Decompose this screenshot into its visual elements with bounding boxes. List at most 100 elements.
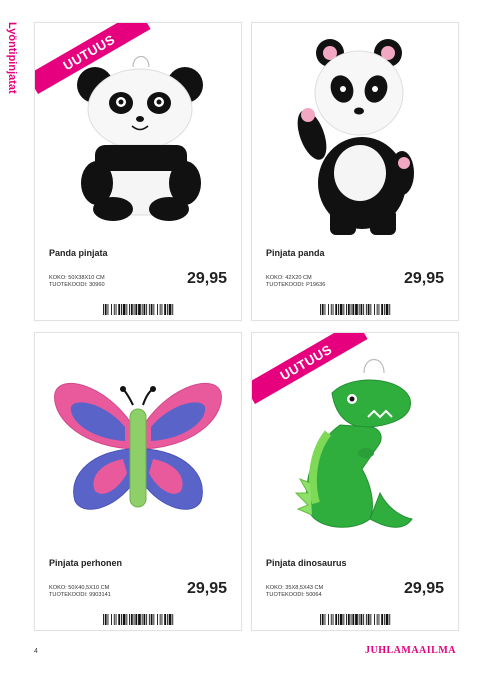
product-code: TUOTEKOODI: 50064 [266, 591, 322, 598]
product-meta: KOKO: 50X40,5X10 CM TUOTEKOODI: 9903141 [49, 585, 111, 598]
barcode-bar [376, 614, 378, 625]
barcode-bar [352, 614, 355, 625]
product-code: TUOTEKOODI: 30960 [49, 281, 105, 288]
product-name: Pinjata panda [266, 248, 325, 258]
barcode-bar [113, 304, 115, 315]
barcode-bar [343, 304, 345, 315]
barcode-bar [148, 614, 150, 625]
barcode-bar [148, 304, 150, 315]
barcode-bar [107, 304, 109, 315]
product-card-panda-pinjata[interactable]: UUTUUS Panda pinjata KOKO: 50X38X10 CM T… [34, 22, 242, 321]
barcode-bar [389, 304, 391, 315]
barcode-bar [365, 614, 367, 625]
barcode-bar [122, 304, 126, 315]
barcode-bar [168, 614, 172, 625]
barcode-bar [320, 304, 321, 315]
barcode-bar [328, 304, 329, 315]
barcode-bar [338, 304, 339, 315]
barcode-bar [126, 614, 128, 625]
barcode-bar [115, 614, 117, 625]
barcode-bar [346, 304, 347, 315]
barcode-bar [370, 304, 372, 315]
barcode-bar [104, 304, 107, 315]
barcode-bar [118, 304, 121, 315]
barcode-bar [161, 304, 163, 315]
barcode [103, 304, 174, 315]
product-price: 29,95 [186, 270, 227, 287]
barcode-bar [385, 614, 389, 625]
barcode-bar [363, 614, 365, 625]
barcode-bar [153, 304, 155, 315]
product-card-pinjata-panda[interactable]: Pinjata panda KOKO: 42X20 CM TUOTEKOODI:… [251, 22, 459, 321]
barcode-bar [385, 304, 389, 315]
barcode-bar [122, 614, 126, 625]
barcode-bar [129, 614, 130, 625]
barcode-bar [350, 614, 352, 625]
barcode-bar [146, 614, 148, 625]
barcode-bar [346, 614, 347, 625]
product-size: KOKO: 42X20 CM [266, 275, 312, 281]
product-price: 29,95 [403, 270, 444, 287]
barcode-bar [320, 614, 321, 625]
barcode-bar [111, 304, 112, 315]
barcode-bar [103, 304, 104, 315]
barcode-bar [330, 614, 332, 625]
product-meta: KOKO: 42X20 CM TUOTEKOODI: P19636 [266, 275, 325, 288]
product-name: Pinjata perhonen [49, 558, 123, 568]
barcode-bar [113, 614, 115, 625]
barcode-bar [358, 304, 360, 315]
page-number: 4 [34, 648, 38, 655]
product-code: TUOTEKOODI: P19636 [266, 281, 326, 288]
product-size: KOKO: 35X8,5X43 CM [266, 585, 324, 591]
barcode-bar [141, 614, 143, 625]
barcode-bar [168, 304, 172, 315]
barcode-bar [355, 304, 358, 315]
barcode [103, 614, 174, 625]
barcode-bar [138, 614, 141, 625]
barcode-bar [172, 304, 174, 315]
product-card-pinjata-dinosaurus[interactable]: UUTUUS Pinjata dinosaurus KOKO: 35X8,5X4… [251, 332, 459, 631]
barcode-bar [378, 614, 380, 625]
barcode-bar [133, 614, 135, 625]
barcode-bar [332, 304, 334, 315]
barcode-bar [111, 614, 112, 625]
barcode-bar [121, 614, 122, 625]
barcode-bar [135, 614, 138, 625]
product-size: KOKO: 50X38X10 CM [49, 275, 105, 281]
barcode-bar [374, 304, 375, 315]
butterfly-pinata-image [54, 383, 222, 510]
barcode-bar [370, 614, 372, 625]
barcode-bar [138, 304, 141, 315]
barcode-bar [121, 304, 122, 315]
barcode-bar [143, 304, 146, 315]
barcode-bar [339, 304, 343, 315]
barcode-bar [374, 614, 375, 625]
barcode-bar [321, 304, 324, 315]
product-name: Pinjata dinosaurus [266, 558, 347, 568]
barcode-bar [107, 614, 109, 625]
barcode-bar [135, 304, 138, 315]
barcode-bar [159, 614, 161, 625]
barcode-bar [335, 614, 338, 625]
barcode [320, 614, 391, 625]
barcode-bar [381, 304, 383, 315]
barcode-bar [350, 304, 352, 315]
section-label: Lyöntipinjatat [4, 22, 18, 142]
barcode-bar [363, 304, 365, 315]
product-price: 29,95 [186, 580, 227, 597]
barcode-bar [332, 614, 334, 625]
barcode-bar [324, 304, 326, 315]
barcode-bar [360, 304, 363, 315]
barcode-bar [166, 304, 168, 315]
brand-logo: JUHLAMAAILMA [365, 645, 456, 656]
barcode-bar [389, 614, 391, 625]
barcode-bar [133, 304, 135, 315]
product-card-pinjata-perhonen[interactable]: Pinjata perhonen KOKO: 50X40,5X10 CM TUO… [34, 332, 242, 631]
barcode-bar [104, 614, 107, 625]
barcode-bar [141, 304, 143, 315]
barcode-bar [118, 614, 121, 625]
panda-pinata-standing-image [297, 39, 414, 235]
barcode-bar [338, 614, 339, 625]
barcode-bar [130, 304, 133, 315]
barcode-bar [150, 614, 153, 625]
